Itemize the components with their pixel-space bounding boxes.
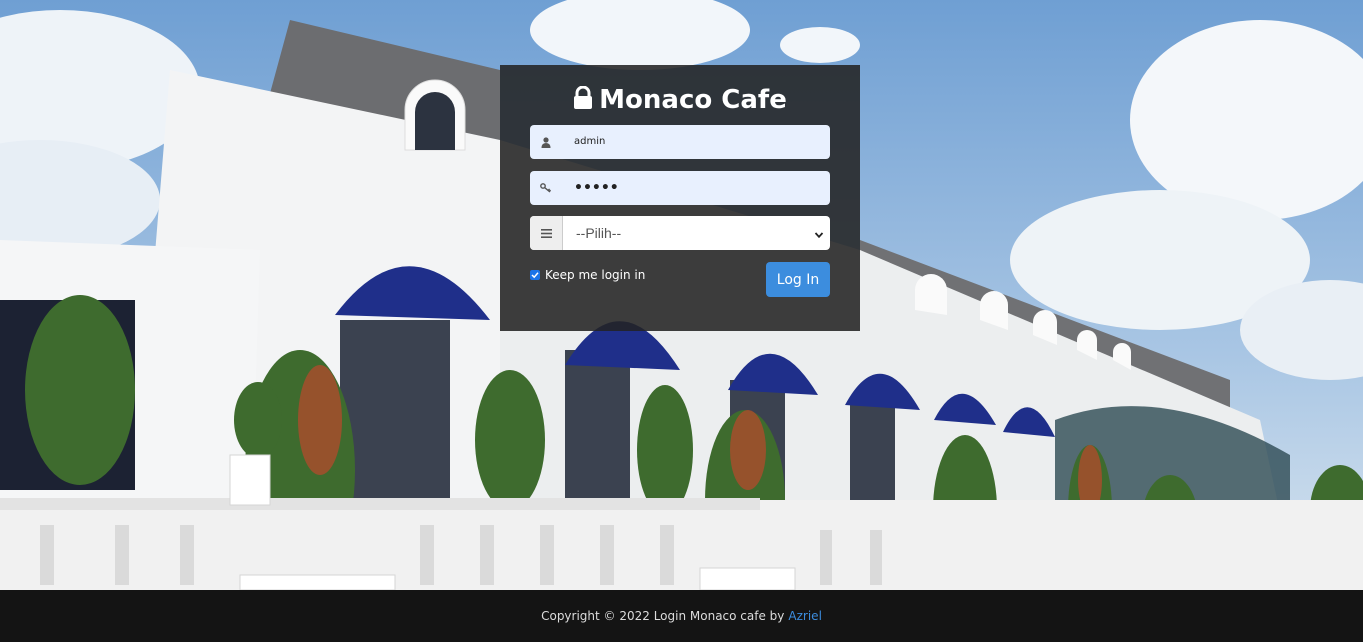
author-link[interactable]: Azriel <box>788 609 822 623</box>
password-value: ••••• <box>574 180 619 196</box>
role-select-value: --Pilih-- <box>576 225 622 241</box>
login-title-text: Monaco Cafe <box>599 85 787 115</box>
username-field[interactable]: admin <box>530 125 830 159</box>
key-icon <box>530 171 562 205</box>
list-icon <box>530 216 563 250</box>
username-value: admin <box>574 136 606 147</box>
login-button[interactable]: Log In <box>766 262 830 297</box>
login-title: Monaco Cafe <box>500 83 860 119</box>
copyright-text: Copyright © 2022 Login Monaco cafe by <box>541 609 785 623</box>
remember-checkbox[interactable] <box>530 270 540 280</box>
password-field[interactable]: ••••• <box>530 171 830 205</box>
lock-icon <box>573 85 593 119</box>
remember-me[interactable]: Keep me login in <box>530 267 645 283</box>
chevron-down-icon <box>814 227 824 245</box>
user-icon <box>530 125 562 159</box>
login-panel: Monaco Cafe admin ••••• --Pilih-- Keep m… <box>500 65 860 331</box>
remember-label: Keep me login in <box>545 268 646 282</box>
role-select[interactable]: --Pilih-- <box>530 216 830 250</box>
footer: Copyright © 2022 Login Monaco cafe by Az… <box>0 590 1363 642</box>
